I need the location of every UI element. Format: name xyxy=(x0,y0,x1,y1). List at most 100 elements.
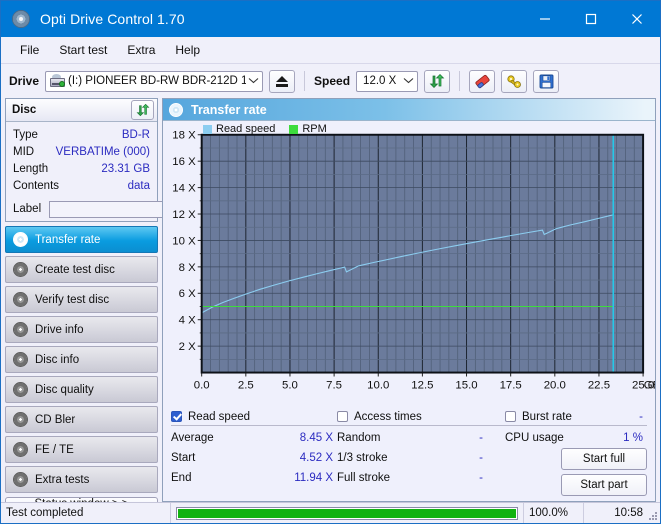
disc-icon xyxy=(13,232,28,247)
tools-icon xyxy=(506,74,523,89)
window-controls xyxy=(522,1,660,37)
read-speed-stats: Read speed Average 8.45 X Start 4.52 X E… xyxy=(171,408,337,496)
disc-refresh-button[interactable] xyxy=(131,100,154,120)
app-window: Opti Drive Control 1.70 File Start test … xyxy=(0,0,661,524)
save-icon xyxy=(539,74,554,89)
access-times-title: Access times xyxy=(354,411,422,423)
drive-label: Drive xyxy=(9,74,39,88)
burst-rate-header: Burst rate - xyxy=(505,408,647,426)
disc-row-value: VERBATIMe (000) xyxy=(56,146,150,158)
disc-icon xyxy=(13,322,28,337)
stat-value: 8.45 X xyxy=(300,432,333,444)
eraser-icon xyxy=(474,74,491,89)
disc-panel-header: Disc xyxy=(6,99,157,122)
disc-row-contents: Contents data xyxy=(13,177,150,194)
menu-item-extra[interactable]: Extra xyxy=(118,40,164,60)
app-disc-icon xyxy=(12,10,30,28)
burst-rate-stats: Burst rate - CPU usage 1 % Start full St… xyxy=(505,408,647,496)
stat-key: Start xyxy=(171,452,195,464)
disc-row-length: Length 23.31 GB xyxy=(13,160,150,177)
resize-grip-icon[interactable] xyxy=(648,503,660,523)
tools-button[interactable] xyxy=(501,70,527,93)
stat-key: CPU usage xyxy=(505,432,564,444)
x-tick-label: 2.5 xyxy=(238,379,254,391)
sidebar-item-create-test-disc[interactable]: Create test disc xyxy=(5,256,158,283)
y-tick-label: 14 X xyxy=(172,183,196,195)
stat-value: - xyxy=(479,472,483,484)
sidebar-item-label: Disc info xyxy=(35,354,79,366)
disc-row-key: MID xyxy=(13,146,34,158)
y-tick-label: 10 X xyxy=(172,235,196,247)
drive-select[interactable]: (I:) PIONEER BD-RW BDR-212D 1.01 xyxy=(45,71,263,92)
sidebar-item-disc-info[interactable]: Disc info xyxy=(5,346,158,373)
sidebar-nav: Transfer rate Create test disc Verify te… xyxy=(5,226,158,493)
stat-value: 1 % xyxy=(623,432,647,444)
eject-button[interactable] xyxy=(269,70,295,93)
sidebar-item-label: FE / TE xyxy=(35,444,74,456)
window-title: Opti Drive Control 1.70 xyxy=(40,11,185,27)
left-sidebar: Disc Type BD-R MID VERB xyxy=(5,98,158,502)
disc-panel: Disc Type BD-R MID VERB xyxy=(5,98,158,222)
speed-select[interactable]: 12.0 X xyxy=(356,71,418,92)
burst-rate-title: Burst rate xyxy=(522,411,572,423)
y-tick-label: 12 X xyxy=(172,209,196,221)
menu-item-help[interactable]: Help xyxy=(166,40,209,60)
drive-icon xyxy=(50,75,65,88)
stat-value: - xyxy=(479,432,483,444)
sidebar-item-cd-bler[interactable]: CD Bler xyxy=(5,406,158,433)
chevron-down-icon xyxy=(246,77,260,86)
sidebar-item-verify-test-disc[interactable]: Verify test disc xyxy=(5,286,158,313)
progress-bar xyxy=(176,507,518,520)
sidebar-item-transfer-rate[interactable]: Transfer rate xyxy=(5,226,158,253)
disc-icon xyxy=(13,382,28,397)
disc-icon xyxy=(13,262,28,277)
stat-key: Average xyxy=(171,432,214,444)
x-tick-label: 22.5 xyxy=(588,379,610,391)
sidebar-item-disc-quality[interactable]: Disc quality xyxy=(5,376,158,403)
sidebar-item-drive-info[interactable]: Drive info xyxy=(5,316,158,343)
menu-item-start-test[interactable]: Start test xyxy=(50,40,116,60)
access-times-stats: Access times Random - 1/3 stroke - Full … xyxy=(337,408,505,496)
disc-row-mid: MID VERBATIMe (000) xyxy=(13,143,150,160)
stat-row-start: Start 4.52 X xyxy=(171,448,337,468)
sidebar-item-extra-tests[interactable]: Extra tests xyxy=(5,466,158,493)
read-speed-checkbox[interactable] xyxy=(171,411,182,422)
sidebar-item-label: Verify test disc xyxy=(35,294,109,306)
stat-value: 11.94 X xyxy=(294,472,333,484)
legend-swatch-rpm xyxy=(289,125,298,134)
transfer-rate-header: Transfer rate xyxy=(163,99,655,121)
disc-row-value: data xyxy=(128,180,150,192)
start-part-button[interactable]: Start part xyxy=(561,474,647,496)
burst-rate-checkbox[interactable] xyxy=(505,411,516,422)
minimize-icon[interactable] xyxy=(522,1,568,37)
maximize-icon[interactable] xyxy=(568,1,614,37)
stat-row-random: Random - xyxy=(337,428,505,448)
sidebar-item-label: Create test disc xyxy=(35,264,115,276)
x-tick-label: 5.0 xyxy=(282,379,298,391)
refresh-button[interactable] xyxy=(424,70,450,93)
sidebar-item-label: CD Bler xyxy=(35,414,75,426)
stat-row-cpu-usage: CPU usage 1 % xyxy=(505,428,647,448)
save-button[interactable] xyxy=(533,70,559,93)
chart-legend: Read speed RPM xyxy=(203,123,327,135)
disc-row-key: Type xyxy=(13,129,38,141)
x-tick-label: 7.5 xyxy=(326,379,342,391)
menu-item-file[interactable]: File xyxy=(11,40,48,60)
chevron-down-icon xyxy=(401,77,415,86)
start-full-button[interactable]: Start full xyxy=(561,448,647,470)
sidebar-item-fe-te[interactable]: FE / TE xyxy=(5,436,158,463)
sidebar-item-label: Transfer rate xyxy=(35,234,100,246)
close-icon[interactable] xyxy=(614,1,660,37)
sidebar-item-label: Drive info xyxy=(35,324,84,336)
stat-row-end: End 11.94 X xyxy=(171,468,337,488)
disc-row-value: BD-R xyxy=(122,129,150,141)
eraser-button[interactable] xyxy=(469,70,495,93)
y-tick-label: 6 X xyxy=(179,288,197,300)
stat-row-third-stroke: 1/3 stroke - xyxy=(337,448,505,468)
access-times-checkbox[interactable] xyxy=(337,411,348,422)
transfer-rate-chart[interactable]: 2 X4 X6 X8 X10 X12 X14 X16 X18 X0.02.55.… xyxy=(163,121,655,404)
refresh-icon xyxy=(136,103,150,117)
drive-select-value: (I:) PIONEER BD-RW BDR-212D 1.01 xyxy=(65,75,246,87)
stats-row: Read speed Average 8.45 X Start 4.52 X E… xyxy=(163,404,655,501)
disc-row-key: Contents xyxy=(13,180,59,192)
